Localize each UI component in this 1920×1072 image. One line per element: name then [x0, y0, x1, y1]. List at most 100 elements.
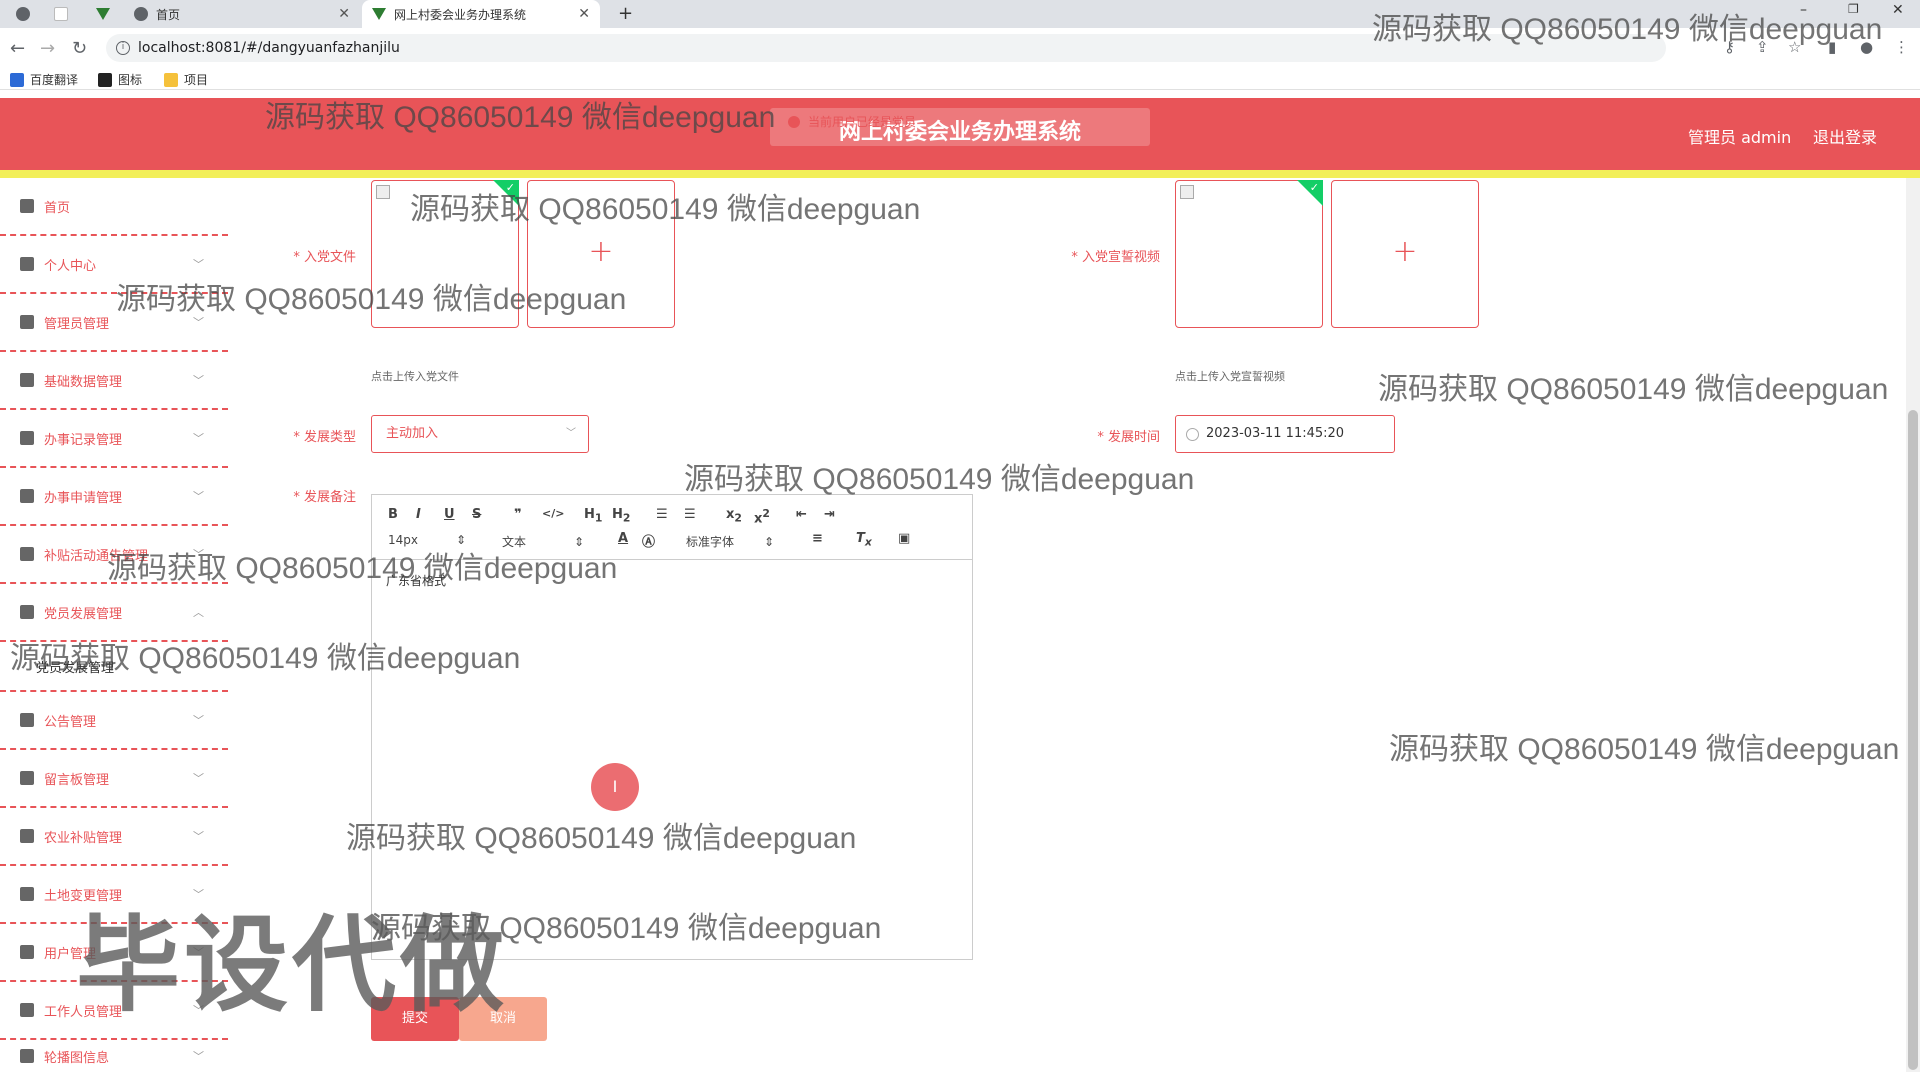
sidebar-item-basic-data[interactable]: 基础数据管理 ﹀ — [0, 352, 228, 410]
tab-system[interactable]: 网上村委会业务办理系统 ✕ — [362, 0, 600, 28]
back-icon[interactable]: ← — [10, 38, 25, 59]
ordered-list-icon[interactable]: ☰ — [656, 507, 668, 522]
party-file-upload-button[interactable]: + — [527, 180, 675, 328]
subscript-icon[interactable]: x2 — [726, 507, 742, 525]
url-input[interactable]: localhost:8081/#/dangyuanfazhanjilu — [106, 34, 1666, 62]
bullet-list-icon[interactable]: ☰ — [684, 507, 696, 522]
sidebar-item-applications[interactable]: 办事申请管理 ﹀ — [0, 468, 228, 526]
sidebar-item-label: 农业补贴管理 — [44, 830, 123, 846]
restore-icon[interactable]: ❐ — [1848, 2, 1859, 16]
sidepanel-icon[interactable]: ▮ — [1828, 38, 1836, 56]
grid-icon — [20, 373, 34, 387]
clipboard-icon — [20, 945, 34, 959]
dev-time-label-text: 发展时间 — [1107, 430, 1160, 445]
font-size-value: 14px — [388, 533, 418, 547]
sidebar-item-home[interactable]: 首页 — [0, 178, 228, 236]
sidebar-item-subsidy-notice[interactable]: 补贴活动通告管理 ﹀ — [0, 526, 228, 584]
tab-home[interactable]: 首页 ✕ — [124, 0, 360, 28]
align-icon[interactable]: ≡ — [812, 531, 823, 546]
chevron-down-icon: ﹀ — [193, 374, 204, 387]
code-block-icon[interactable]: </> — [542, 507, 564, 520]
key-icon[interactable]: ⚷ — [1724, 38, 1735, 56]
font-size-select[interactable]: 14px ⇕ — [388, 533, 466, 547]
chevron-down-icon: ﹀ — [193, 946, 204, 959]
editor-content[interactable]: 广东省格式 — [386, 572, 446, 589]
paragraph-value: 文本 — [502, 535, 527, 549]
bookmark-icons[interactable]: 图标 — [98, 71, 142, 88]
heading-1-icon[interactable]: H1 — [584, 507, 602, 525]
logout-button[interactable]: 退出登录 — [1813, 124, 1877, 148]
site-info-icon[interactable]: i — [116, 41, 130, 55]
party-file-preview[interactable]: ✓ — [371, 180, 519, 328]
submit-button[interactable]: 提交 — [371, 997, 459, 1041]
blockquote-icon[interactable]: ❞ — [514, 507, 522, 522]
film-icon — [20, 1003, 34, 1017]
cancel-button[interactable]: 取消 — [459, 997, 547, 1041]
minimize-icon[interactable]: – — [1800, 2, 1807, 18]
tab-icon[interactable] — [54, 7, 68, 21]
sidebar-item-land-change[interactable]: 土地变更管理 ﹀ — [0, 866, 228, 924]
sidebar-item-users[interactable]: 用户管理 ﹀ — [0, 924, 228, 982]
bold-icon[interactable]: B — [388, 507, 398, 522]
chevron-down-icon: ﹀ — [193, 316, 204, 329]
tab-close-icon[interactable]: ✕ — [338, 6, 350, 22]
submenu-item-party-development[interactable]: 党员发展管理 — [0, 642, 228, 692]
image-icon[interactable]: ▣ — [898, 531, 910, 546]
underline-icon[interactable]: U — [444, 507, 455, 522]
indent-icon[interactable]: ⇥ — [824, 507, 835, 522]
admin-icon — [20, 315, 34, 329]
oath-video-upload-button[interactable]: + — [1331, 180, 1479, 328]
bookmark-projects[interactable]: 项目 — [164, 71, 208, 88]
sidebar-item-records[interactable]: 办事记录管理 ﹀ — [0, 410, 228, 468]
profile-icon[interactable]: ● — [1860, 38, 1873, 56]
user-icon — [20, 257, 34, 271]
background-color-icon[interactable]: Ⓐ — [642, 531, 655, 550]
address-bar: ← → ↻ localhost:8081/#/dangyuanfazhanjil… — [0, 28, 1920, 68]
sidebar-item-profile[interactable]: 个人中心 ﹀ — [0, 236, 228, 294]
tab-close-icon[interactable]: ✕ — [578, 6, 590, 22]
dev-time-picker[interactable]: 2023-03-11 11:45:20 — [1175, 415, 1395, 453]
sidebar-item-admins[interactable]: 管理员管理 ﹀ — [0, 294, 228, 352]
italic-icon[interactable]: I — [416, 507, 421, 522]
sidebar-item-label: 管理员管理 — [44, 316, 110, 332]
font-family-select[interactable]: 标准字体 ⇕ — [686, 533, 774, 550]
broken-image-icon — [1180, 185, 1194, 199]
font-color-icon[interactable]: A — [618, 531, 628, 546]
oath-video-preview[interactable]: ✓ — [1175, 180, 1323, 328]
rich-text-editor: B I U S ❞ </> H1 H2 ☰ ☰ x2 x2 ⇤ ⇥ 14px ⇕ … — [371, 494, 973, 960]
sidebar-item-label: 土地变更管理 — [44, 888, 123, 904]
sidebar-item-agri-subsidy[interactable]: 农业补贴管理 ﹀ — [0, 808, 228, 866]
more-icon[interactable]: ⋮ — [1894, 38, 1909, 56]
settings-icon — [20, 887, 34, 901]
sidebar-item-staff[interactable]: 工作人员管理 ﹀ — [0, 982, 228, 1040]
close-window-icon[interactable]: ✕ — [1892, 2, 1904, 18]
scrollbar-thumb[interactable] — [1908, 410, 1918, 1070]
superscript-icon[interactable]: x2 — [754, 507, 770, 526]
strike-icon[interactable]: S — [472, 507, 481, 522]
sidebar-item-party-development[interactable]: 党员发展管理 ︿ — [0, 584, 228, 642]
reload-icon[interactable]: ↻ — [72, 38, 87, 59]
vue-logo-icon[interactable] — [96, 8, 110, 20]
header-strip — [0, 170, 1920, 178]
chevron-down-icon: ﹀ — [566, 428, 576, 439]
plus-icon: + — [1392, 234, 1418, 269]
sidebar-item-carousel[interactable]: 轮播图信息 ﹀ — [0, 1040, 228, 1072]
sidebar-item-announcements[interactable]: 公告管理 ﹀ — [0, 692, 228, 750]
plus-icon: + — [588, 234, 614, 269]
outdent-icon[interactable]: ⇤ — [796, 507, 807, 522]
bookmark-label: 项目 — [184, 73, 209, 87]
new-tab-icon[interactable]: + — [618, 3, 633, 24]
star-icon[interactable]: ☆ — [1788, 38, 1801, 56]
sidebar-item-message-board[interactable]: 留言板管理 ﹀ — [0, 750, 228, 808]
tab-system-label: 网上村委会业务办理系统 — [394, 7, 527, 22]
heading-2-icon[interactable]: H2 — [612, 507, 630, 525]
clear-format-icon[interactable]: Tx — [856, 531, 872, 549]
browser-menu-icon[interactable] — [16, 7, 30, 21]
dev-type-select[interactable]: 主动加入 ﹀ — [371, 415, 589, 453]
bookmark-translate[interactable]: 百度翻译 — [10, 71, 78, 88]
bookmark-image-icon — [98, 72, 112, 87]
paragraph-select[interactable]: 文本 ⇕ — [502, 533, 584, 550]
party-file-tip: 点击上传入党文件 — [371, 370, 459, 383]
forward-icon[interactable]: → — [40, 38, 55, 59]
share-icon[interactable]: ⇪ — [1756, 38, 1769, 56]
